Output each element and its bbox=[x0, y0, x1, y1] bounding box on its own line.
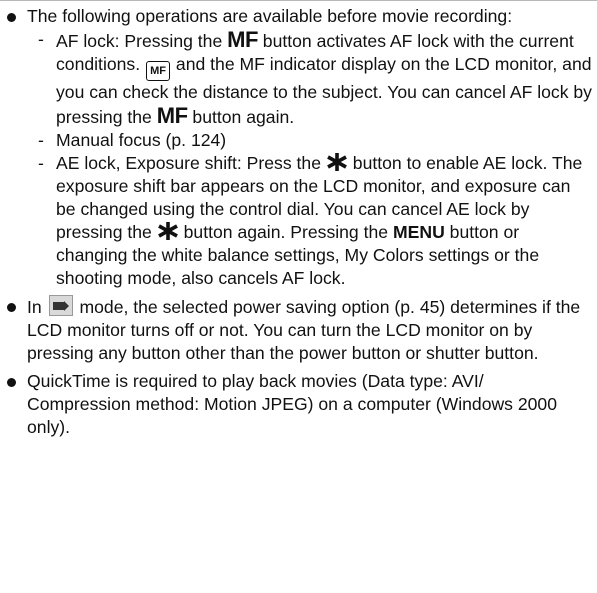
camera-lens-shape bbox=[63, 301, 69, 311]
quicktime-text: QuickTime is required to play back movie… bbox=[27, 371, 558, 437]
mf-button-label-2: MF bbox=[156, 103, 188, 128]
bullet-dot bbox=[7, 303, 16, 312]
asterisk-ae-lock-icon bbox=[327, 153, 347, 171]
bullet-quicktime: QuickTime is required to play back movie… bbox=[6, 370, 592, 439]
ae-lock-text-1: AE lock, Exposure shift: Press the bbox=[56, 153, 321, 173]
bullet-dot bbox=[7, 378, 16, 387]
mf-button-label: MF bbox=[227, 27, 258, 52]
asterisk-ae-lock-icon bbox=[157, 222, 178, 240]
top-rule bbox=[0, 0, 597, 1]
ae-lock-text-3: button again. Pressing the bbox=[183, 222, 389, 242]
movie-mode-icon bbox=[48, 295, 73, 316]
mf-indicator-icon: MF bbox=[146, 61, 171, 81]
camera-body-shape bbox=[52, 302, 64, 310]
notes-list: The following operations are available b… bbox=[6, 5, 592, 439]
sub-dash: - bbox=[38, 29, 44, 49]
power-saving-text-2: mode, the selected power saving option (… bbox=[27, 297, 581, 363]
sub-dash: - bbox=[38, 130, 44, 150]
sub-item-manual-focus: - Manual focus (p. 124) bbox=[27, 129, 592, 152]
bullet-operations: The following operations are available b… bbox=[6, 5, 592, 290]
bullet-power-saving: In mode, the selected power saving optio… bbox=[6, 295, 592, 365]
power-saving-text-1: In bbox=[27, 297, 42, 317]
sub-item-af-lock: - AF lock: Pressing the MF button activa… bbox=[27, 28, 592, 129]
bullet-operations-intro: The following operations are available b… bbox=[27, 6, 513, 26]
af-lock-text-4: button again. bbox=[192, 107, 295, 127]
menu-button-label: MENU bbox=[392, 222, 445, 242]
manual-focus-text: Manual focus (p. 124) bbox=[56, 130, 227, 150]
bullet-dot bbox=[7, 13, 16, 22]
sub-dash: - bbox=[38, 153, 44, 173]
sub-item-ae-lock: - AE lock, Exposure shift: Press the but… bbox=[27, 152, 592, 290]
af-lock-text-1: AF lock: Pressing the bbox=[56, 31, 223, 51]
